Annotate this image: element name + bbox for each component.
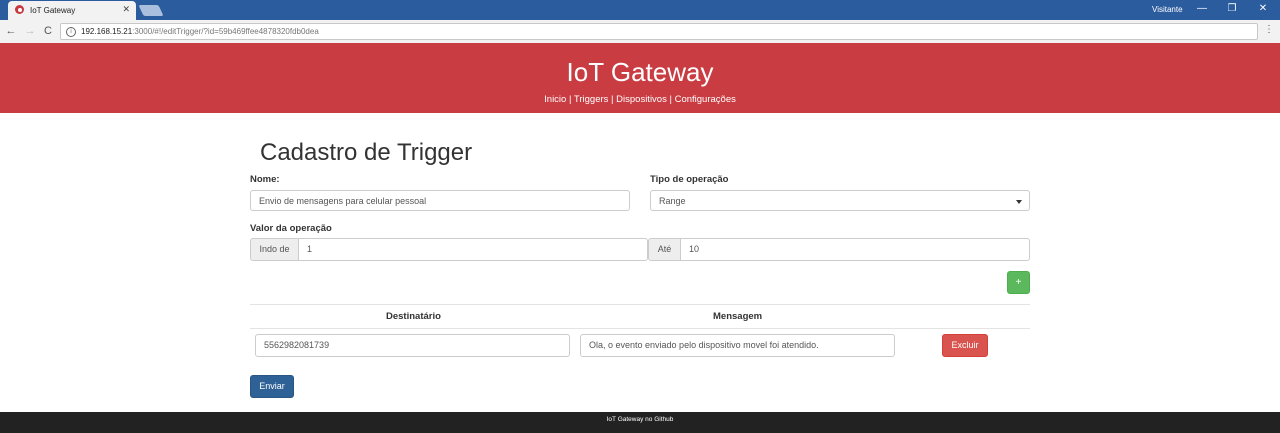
nav-link-triggers[interactable]: Triggers [574, 94, 609, 105]
tab-title: IoT Gateway [30, 6, 76, 15]
minimize-icon[interactable]: — [1195, 2, 1209, 16]
tab-close-icon[interactable]: ✕ [122, 4, 130, 15]
operation-type-value: Range [659, 196, 686, 206]
operation-type-select[interactable]: Range [650, 190, 1030, 211]
to-addon: Até [648, 238, 681, 261]
site-header: IoT Gateway Inicio | Triggers | Disposit… [0, 43, 1280, 113]
chevron-down-icon [1016, 200, 1022, 204]
recipient-column-header: Destinatário [386, 311, 441, 322]
url-host: 192.168.15.21 [81, 27, 133, 36]
nav-separator: | [666, 94, 675, 105]
forward-arrow-icon[interactable]: → [23, 24, 37, 38]
table-top-divider [250, 304, 1030, 305]
from-value-input[interactable]: 1 [298, 238, 648, 261]
name-input[interactable]: Envio de mensagens para celular pessoal [250, 190, 630, 211]
favicon-icon [15, 5, 24, 14]
nav-link-configuracoes[interactable]: Configurações [675, 94, 736, 105]
browser-titlebar: IoT Gateway ✕ Visitante — ❐ ✕ [0, 0, 1280, 20]
browser-tab[interactable]: IoT Gateway ✕ [8, 1, 136, 20]
back-arrow-icon[interactable]: ← [4, 24, 18, 38]
site-title: IoT Gateway [566, 57, 714, 87]
to-value-input[interactable]: 10 [680, 238, 1030, 261]
page-title: Cadastro de Trigger [260, 139, 473, 166]
url-path: :3000/#!/editTrigger/?id=59b469ffee48783… [132, 27, 319, 36]
operation-value-label: Valor da operação [250, 223, 332, 234]
info-icon[interactable]: i [66, 27, 76, 37]
message-input[interactable]: Ola, o evento enviado pelo dispositivo m… [580, 334, 895, 357]
browser-user-label[interactable]: Visitante [1152, 5, 1183, 14]
submit-button[interactable]: Enviar [250, 375, 294, 398]
menu-icon[interactable]: ⋮ [1264, 24, 1274, 35]
message-column-header: Mensagem [713, 311, 763, 322]
add-recipient-button[interactable]: + [1007, 271, 1030, 294]
operation-type-label: Tipo de operação [650, 174, 729, 185]
from-addon: Indo de [250, 238, 299, 261]
nav-separator: | [608, 94, 617, 105]
nav-link-inicio[interactable]: Inicio [544, 94, 566, 105]
new-tab-button[interactable] [138, 5, 164, 16]
delete-row-button[interactable]: Excluir [942, 334, 988, 357]
site-nav: Inicio | Triggers | Dispositivos | Confi… [0, 94, 1280, 106]
address-bar[interactable]: i 192.168.15.21:3000/#!/editTrigger/?id=… [60, 23, 1258, 40]
restore-icon[interactable]: ❐ [1225, 2, 1239, 16]
name-label: Nome: [250, 174, 280, 185]
nav-separator: | [566, 94, 574, 105]
footer-github-link[interactable]: IoT Gateway no Github [607, 416, 674, 423]
footer: IoT Gateway no Github [0, 412, 1280, 433]
window-close-icon[interactable]: ✕ [1256, 2, 1270, 16]
reload-icon[interactable]: C [41, 24, 55, 38]
browser-toolbar: ← → C i 192.168.15.21:3000/#!/editTrigge… [0, 20, 1280, 44]
table-header-divider [250, 328, 1030, 329]
nav-link-dispositivos[interactable]: Dispositivos [616, 94, 667, 105]
recipient-input[interactable]: 5562982081739 [255, 334, 570, 357]
